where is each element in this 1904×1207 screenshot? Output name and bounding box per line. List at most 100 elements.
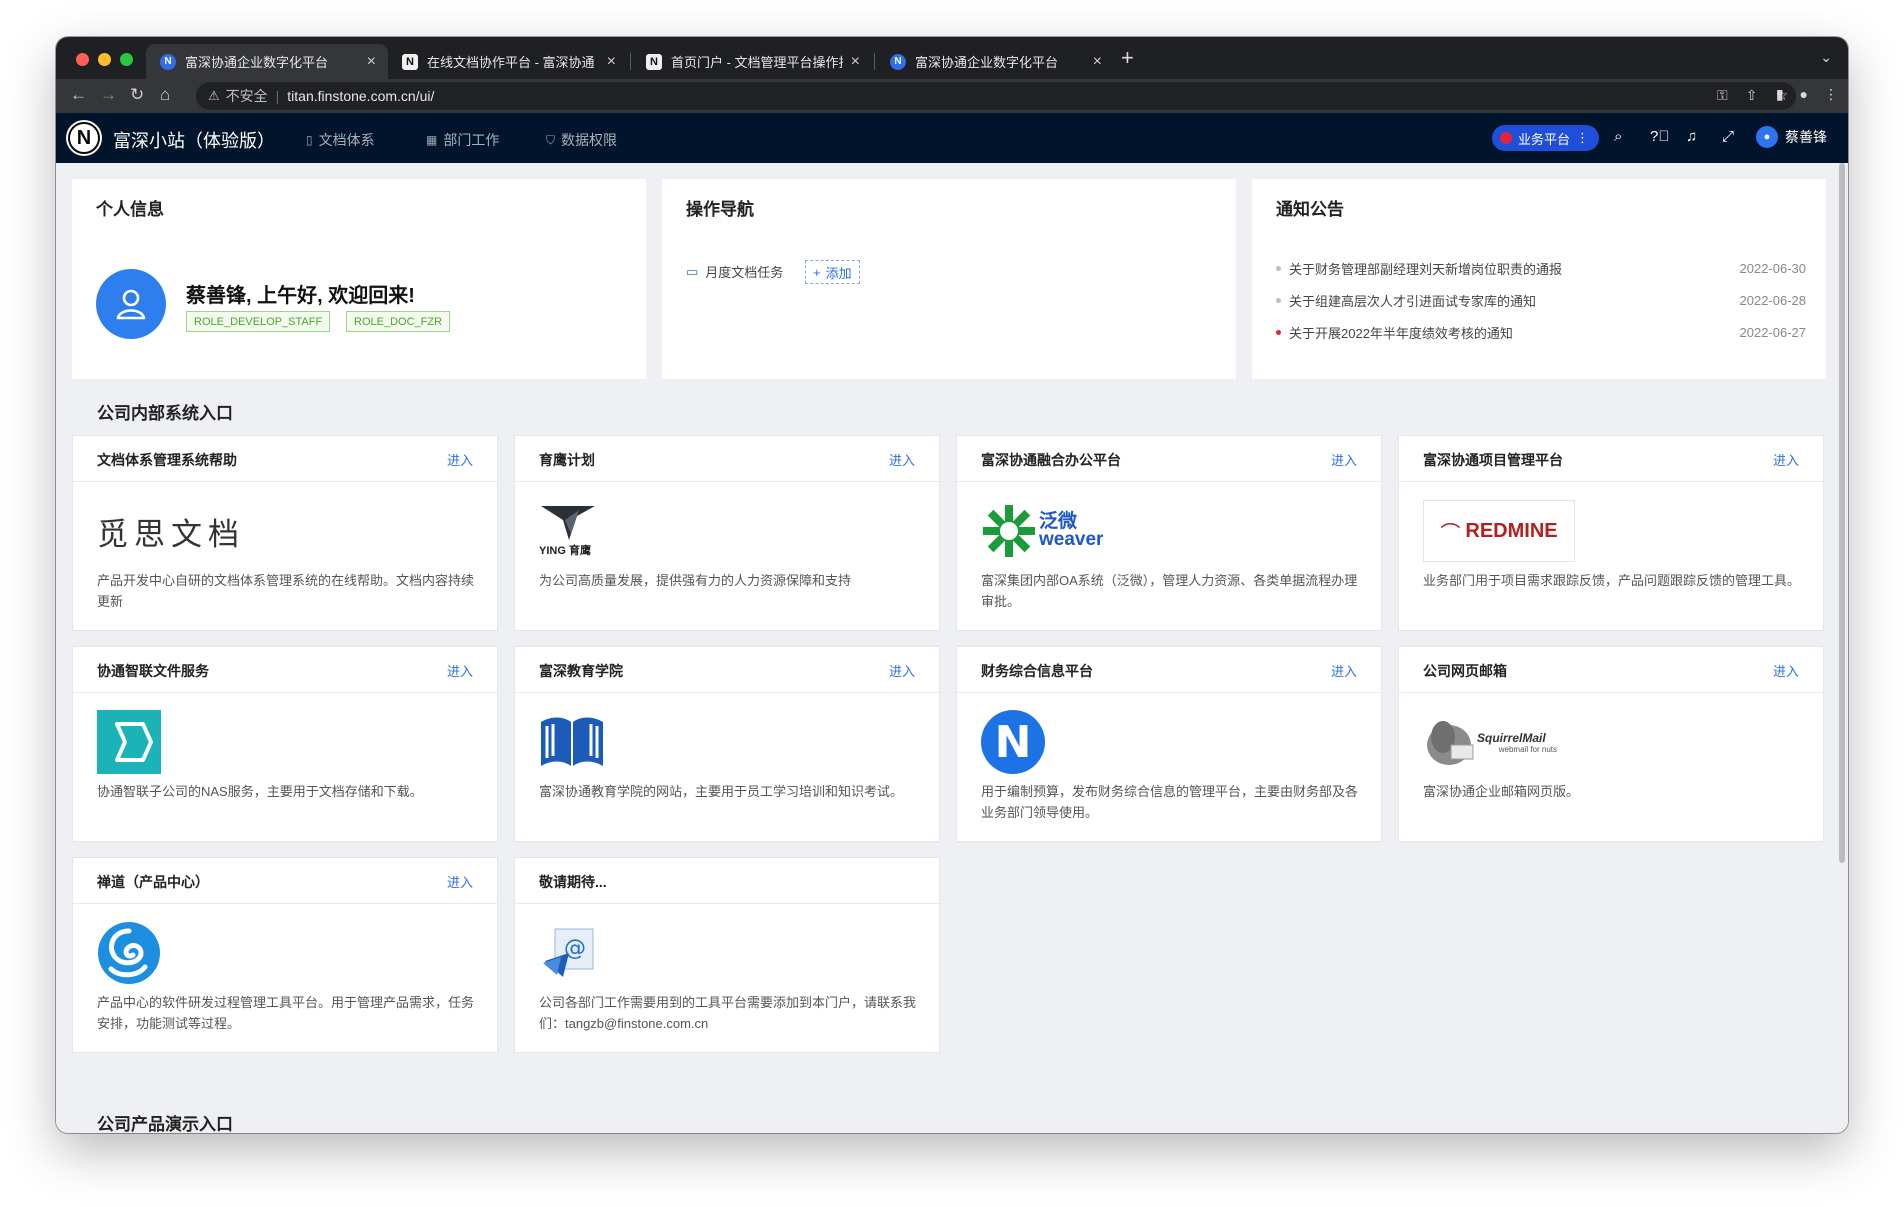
document-icon: ▯ — [306, 133, 313, 147]
notice-text: 关于组建高层次人才引进面试专家库的通知 — [1289, 294, 1537, 309]
browser-tab[interactable]: N 在线文档协作平台 - 富深协通 × — [388, 44, 628, 79]
close-window-button[interactable] — [76, 53, 89, 66]
squirrelmail-logo: SquirrelMail webmail for nuts — [1423, 709, 1557, 775]
card-header: 财务综合信息平台 进入 — [957, 647, 1381, 693]
minimize-window-button[interactable] — [98, 53, 111, 66]
card-title: 敬请期待... — [539, 874, 607, 890]
system-card[interactable]: 文档体系管理系统帮助 进入 觅思文档 产品开发中心自研的文档体系管理系统的在线帮… — [72, 435, 498, 631]
link-label: 月度文档任务 — [705, 265, 784, 280]
card-description: 协通智联子公司的NAS服务，主要用于文档存储和下载。 — [97, 784, 423, 799]
maximize-window-button[interactable] — [120, 53, 133, 66]
add-button[interactable]: + 添加 — [805, 260, 860, 284]
notice-item[interactable]: 关于开展2022年半年度绩效考核的通知 2022-06-27 — [1276, 323, 1806, 342]
close-tab-icon[interactable]: × — [607, 53, 616, 71]
shield-icon: ⛉ — [546, 132, 556, 147]
system-card[interactable]: 富深协通融合办公平台 进入 泛微 weaver 富深集团内部OA系统（泛微），管… — [956, 435, 1382, 631]
system-card[interactable]: 协通智联文件服务 进入 协通智联子公司的NAS服务，主要用于文档存储和下载。 — [72, 646, 498, 842]
main-content: 个人信息 蔡善锋, 上午好, 欢迎回来! ROLE_DEVELOP_STAFF … — [56, 163, 1848, 1133]
role-tag: ROLE_DOC_FZR — [346, 311, 451, 332]
enter-link[interactable]: 进入 — [889, 450, 915, 469]
monthly-task-link[interactable]: ▭ 月度文档任务 — [686, 262, 783, 281]
more-icon: ⋮ — [1576, 130, 1590, 145]
tab-title: 首页门户 - 文档管理平台操作指 — [671, 55, 843, 70]
menu-item-data-permission[interactable]: ⛉ 数据权限 — [546, 130, 617, 150]
logo-text: 泛微 weaver — [1039, 511, 1104, 550]
close-tab-icon[interactable]: × — [851, 53, 860, 71]
browser-tab[interactable]: N 富深协通企业数字化平台 × — [146, 44, 388, 79]
card-title: 禅道（产品中心） — [97, 874, 209, 890]
browser-tab[interactable]: N 首页门户 - 文档管理平台操作指 × — [632, 44, 872, 79]
system-card[interactable]: 禅道（产品中心） 进入 产品中心的软件研发过程管理工具平台。用于管理产品需求，任… — [72, 857, 498, 1053]
notice-item[interactable]: 关于财务管理部副经理刘天新增岗位职责的通报 2022-06-30 — [1276, 259, 1806, 278]
n-logo-icon: N — [890, 53, 906, 70]
tab-divider — [874, 53, 875, 70]
notice-item[interactable]: 关于组建高层次人才引进面试专家库的通知 2022-06-28 — [1276, 291, 1806, 310]
key-icon[interactable]: ⚿ — [1717, 87, 1728, 104]
card-description: 富深协通教育学院的网站，主要用于员工学习培训和知识考试。 — [539, 784, 904, 799]
card-title: 协通智联文件服务 — [97, 663, 209, 679]
profile-icon[interactable]: ● — [1800, 86, 1808, 103]
system-card[interactable]: 富深协通项目管理平台 进入 ⌒ REDMINE 业务部门用于项目需求跟踪反馈，产… — [1398, 435, 1824, 631]
enter-link[interactable]: 进入 — [447, 872, 473, 891]
enter-link[interactable]: 进入 — [889, 661, 915, 680]
browser-window: N 富深协通企业数字化平台 × N 在线文档协作平台 - 富深协通 × N 首页… — [56, 37, 1848, 1133]
enter-link[interactable]: 进入 — [447, 450, 473, 469]
menu-item-department[interactable]: ▦ 部门工作 — [426, 130, 499, 150]
system-card[interactable]: 富深教育学院 进入 富深协通教育学院的网站，主要用于员工学习培训和知识考试。 — [514, 646, 940, 842]
logo-text: REDMINE — [1465, 519, 1558, 542]
card-title: 富深协通项目管理平台 — [1423, 452, 1563, 468]
card-header: 协通智联文件服务 进入 — [73, 647, 497, 693]
back-icon[interactable]: ← — [70, 85, 87, 105]
plus-icon: + — [813, 264, 821, 280]
card-header: 富深教育学院 进入 — [515, 647, 939, 693]
system-card[interactable]: 公司网页邮箱 进入 SquirrelMail webmail for nuts … — [1398, 646, 1824, 842]
user-avatar-icon — [96, 269, 166, 339]
reload-icon[interactable]: ↻ — [130, 85, 144, 105]
insecure-label: 不安全 — [225, 88, 268, 104]
address-bar[interactable]: ⚠ 不安全 | titan.finstone.com.cn/ui/ ⚿ ⇧ ☆ — [196, 82, 1796, 110]
home-icon[interactable]: ⌂ — [160, 85, 170, 105]
role-tag: ROLE_DEVELOP_STAFF — [186, 311, 331, 332]
close-tab-icon[interactable]: × — [1093, 53, 1102, 71]
business-platform-button[interactable]: 业务平台 ⋮ — [1492, 125, 1600, 151]
card-description: 业务部门用于项目需求跟踪反馈，产品问题跟踪反馈的管理工具。 — [1423, 573, 1801, 588]
doc-logo-icon: N — [646, 53, 662, 70]
app-logo[interactable]: N — [68, 122, 100, 154]
search-icon[interactable]: ⌕ — [1614, 128, 1622, 145]
card-title: 财务综合信息平台 — [981, 663, 1093, 679]
bell-icon[interactable]: ♫ — [1686, 128, 1697, 145]
greeting-text: 蔡善锋, 上午好, 欢迎回来! — [186, 285, 415, 307]
close-tab-icon[interactable]: × — [367, 53, 376, 71]
fullscreen-icon[interactable]: ⤢ — [1722, 128, 1734, 145]
system-card[interactable]: 敬请期待... @ 公司各部门工作需要用到的工具平台需要添加到本门户，请联系我们… — [514, 857, 940, 1053]
sidepanel-icon[interactable]: ▮ — [1776, 86, 1784, 103]
enter-link[interactable]: 进入 — [1331, 661, 1357, 680]
system-card[interactable]: 育鹰计划 进入 YING 育鹰 为公司高质量发展，提供强有力的人力资源保障和支持 — [514, 435, 940, 631]
forward-icon[interactable]: → — [100, 85, 117, 105]
platform-label: 业务平台 — [1518, 131, 1571, 147]
enter-link[interactable]: 进入 — [1773, 661, 1799, 680]
more-menu-icon[interactable]: ⋮ — [1824, 86, 1838, 103]
notice-panel: 通知公告 关于财务管理部副经理刘天新增岗位职责的通报 2022-06-30 关于… — [1252, 179, 1826, 379]
user-menu[interactable]: ● 蔡善锋 — [1756, 126, 1827, 148]
chevron-down-icon[interactable]: ⌄ — [1820, 49, 1832, 66]
divider: | — [275, 88, 280, 104]
enter-link[interactable]: 进入 — [447, 661, 473, 680]
share-icon[interactable]: ⇧ — [1746, 87, 1758, 104]
enter-link[interactable]: 进入 — [1331, 450, 1357, 469]
weaver-logo: 泛微 weaver — [981, 498, 1109, 564]
mindoc-logo: 觅思文档 — [97, 498, 245, 564]
card-description: 富深协通企业邮箱网页版。 — [1423, 784, 1580, 799]
system-card[interactable]: 财务综合信息平台 进入 N 用于编制预算，发布财务综合信息的管理平台，主要由财务… — [956, 646, 1382, 842]
browser-tab[interactable]: N 富深协通企业数字化平台 × — [876, 44, 1114, 79]
help-icon[interactable]: ?⃝ — [1650, 128, 1670, 145]
scrollbar[interactable] — [1839, 163, 1845, 863]
card-title: 育鹰计划 — [539, 452, 595, 468]
menu-item-document[interactable]: ▯ 文档体系 — [306, 130, 375, 150]
redmine-arc-icon: ⌒ — [1440, 522, 1461, 545]
notice-date: 2022-06-28 — [1739, 293, 1807, 308]
card-description: 用于编制预算，发布财务综合信息的管理平台，主要由财务部及各业务部门领导使用。 — [981, 784, 1359, 820]
card-title: 公司网页邮箱 — [1423, 663, 1507, 679]
enter-link[interactable]: 进入 — [1773, 450, 1799, 469]
new-tab-icon[interactable]: + — [1121, 45, 1134, 71]
